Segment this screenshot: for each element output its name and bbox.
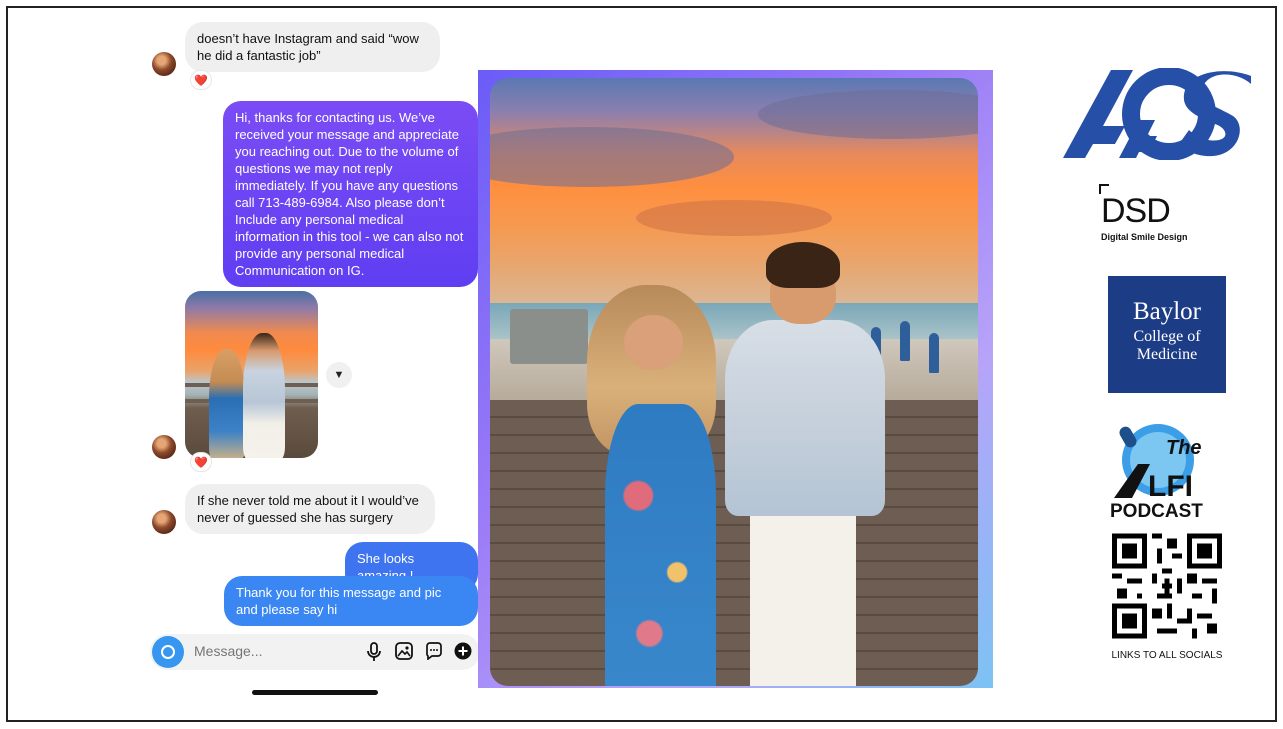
cloud: [636, 199, 832, 237]
microphone-icon[interactable]: [364, 642, 384, 662]
aos-logo: [1063, 67, 1255, 161]
umbrella: [929, 333, 940, 374]
share-icon[interactable]: ▼: [326, 362, 352, 388]
avatar[interactable]: [152, 435, 176, 459]
home-indicator: [252, 690, 378, 695]
svg-text:PODCAST: PODCAST: [1110, 501, 1203, 520]
dsd-wordmark: DSD: [1101, 192, 1171, 230]
message-text: Thank you for this message and pic and p…: [236, 585, 442, 617]
incoming-message: If she never told me about it I would’ve…: [185, 484, 435, 534]
socials-caption: LINKS TO ALL SOCIALS: [1111, 650, 1223, 661]
white-pants: [749, 506, 857, 686]
message-composer: [150, 634, 480, 670]
face: [623, 314, 684, 370]
reaction-emoji: ❤️: [194, 74, 208, 87]
gallery-icon[interactable]: [394, 642, 414, 662]
heart-reaction-icon[interactable]: ❤️: [190, 70, 212, 90]
alfi-podcast-logo: The LFI PODCAST: [1108, 420, 1226, 522]
message-text: doesn’t have Instagram and said “wow he …: [197, 31, 419, 63]
dsd-logo: DSD Digital Smile Design: [1095, 184, 1225, 244]
qr-code[interactable]: [1112, 533, 1222, 639]
svg-text:LFI: LFI: [1148, 470, 1193, 503]
incoming-message: doesn’t have Instagram and said “wow he …: [185, 22, 440, 72]
dsd-tagline: Digital Smile Design: [1101, 232, 1188, 242]
avatar[interactable]: [152, 510, 176, 534]
man: [705, 242, 910, 686]
photo-message[interactable]: [185, 291, 318, 458]
baylor-line-3: Medicine: [1136, 346, 1198, 363]
person: [209, 349, 245, 458]
baylor-logo: Baylor College of Medicine: [1108, 276, 1226, 393]
reaction-emoji: ❤️: [194, 456, 208, 469]
outgoing-message: Thank you for this message and pic and p…: [224, 576, 478, 626]
add-icon[interactable]: [453, 642, 473, 662]
camera-icon[interactable]: [152, 636, 184, 668]
shirt: [725, 319, 886, 516]
person: [243, 333, 285, 458]
floral-dress: [605, 403, 717, 686]
svg-text:The: The: [1166, 437, 1202, 459]
message-text: If she never told me about it I would’ve…: [197, 493, 419, 525]
message-input[interactable]: [194, 643, 344, 659]
chat-panel: doesn’t have Instagram and said “wow he …: [140, 10, 485, 710]
outgoing-message: Hi, thanks for contacting us. We’ve rece…: [223, 101, 478, 287]
baylor-line-2: College of: [1133, 328, 1201, 345]
heart-reaction-icon[interactable]: ❤️: [190, 452, 212, 472]
hair: [766, 242, 840, 288]
sticker-icon[interactable]: [424, 642, 444, 662]
avatar[interactable]: [152, 52, 176, 76]
featured-photo: [490, 78, 978, 686]
message-text: Hi, thanks for contacting us. We’ve rece…: [235, 110, 464, 278]
baylor-line-1: Baylor: [1132, 298, 1202, 325]
